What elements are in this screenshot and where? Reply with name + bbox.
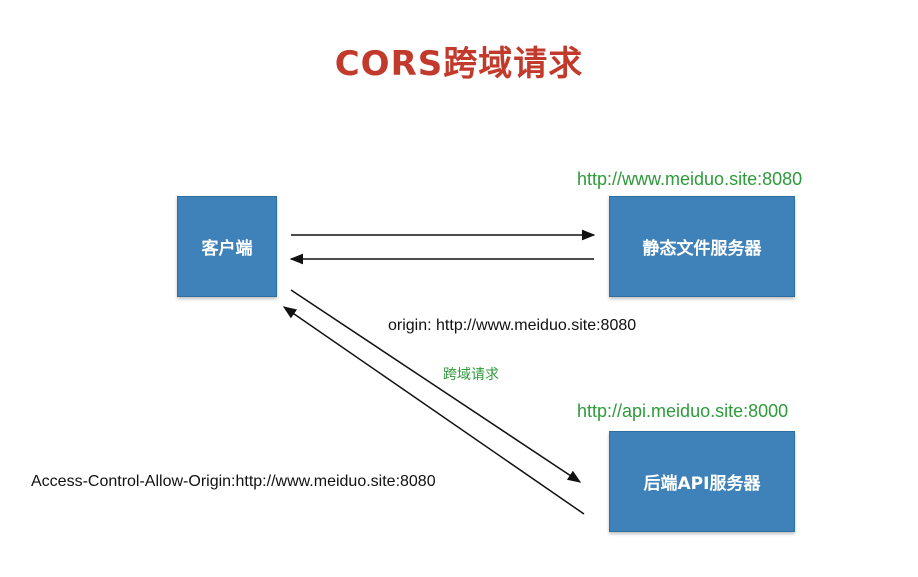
arrow-api-to-client xyxy=(282,306,585,515)
arrows-layer xyxy=(282,229,596,515)
arrow-client-to-api xyxy=(290,289,582,483)
